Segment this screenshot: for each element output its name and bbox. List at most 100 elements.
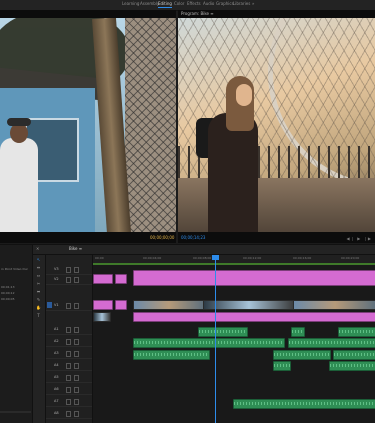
workspace-tab-assembly[interactable]: Assembly [140, 1, 159, 6]
solo-icon[interactable] [74, 375, 79, 381]
video-clip[interactable] [115, 274, 127, 284]
program-viewer[interactable] [178, 18, 375, 232]
workspace-tab-effects[interactable]: Effects [187, 1, 201, 6]
bottom-panels: in Point Video Dur 00;01;13 00;00;12 00;… [0, 244, 375, 423]
audio-clip[interactable] [333, 350, 375, 360]
track-select-tool-icon[interactable]: ⇹ [35, 265, 42, 270]
lock-icon[interactable] [66, 267, 71, 273]
source-monitor: 00;00;00;00 [0, 10, 176, 243]
source-frame-net [125, 18, 176, 232]
mute-icon[interactable] [66, 363, 71, 369]
solo-icon[interactable] [74, 363, 79, 369]
track-header-a6[interactable]: A6 [46, 385, 92, 395]
workspace-tab-learning[interactable]: Learning [122, 1, 139, 6]
close-tab-icon[interactable]: ✕ [36, 246, 39, 251]
project-row-1[interactable]: in Point Video Dur [1, 267, 28, 271]
work-area-bar[interactable] [93, 263, 375, 265]
video-clip-thumbnail[interactable] [93, 312, 111, 322]
audio-clip[interactable] [273, 361, 291, 371]
eye-icon[interactable] [74, 267, 79, 273]
program-timecode[interactable]: 00;00;14;23 [181, 235, 205, 240]
track-header-v2[interactable]: V2 [46, 275, 92, 285]
track-target-icon[interactable] [47, 302, 52, 308]
track-header-v1[interactable]: V1 [46, 301, 92, 311]
track-header-a8[interactable]: A8 [46, 409, 92, 419]
source-frame-head [10, 123, 28, 143]
mute-icon[interactable] [66, 339, 71, 345]
track-header-v3[interactable]: V3 [46, 265, 92, 275]
program-monitor-title[interactable]: Program: Bike ≡ [181, 11, 214, 16]
selection-tool-icon[interactable]: ↖ [35, 257, 42, 262]
track-headers: V3 V2 V1 A1 A2 A3 A4 A5 A6 A7 A8 [46, 255, 93, 423]
source-timecode[interactable]: 00;00;00;00 [150, 235, 174, 240]
audio-clip[interactable] [233, 399, 375, 409]
slip-tool-icon[interactable]: ⬌ [35, 289, 42, 294]
razor-tool-icon[interactable]: ✂ [35, 281, 42, 286]
mute-icon[interactable] [66, 327, 71, 333]
solo-icon[interactable] [74, 399, 79, 405]
source-frame-hat [7, 118, 31, 126]
audio-clip[interactable] [133, 350, 210, 360]
timeline-tab-bar: ✕ Bike ≡ [33, 245, 375, 255]
video-clip-thumbnail[interactable] [133, 300, 205, 310]
workspace-tab-audio[interactable]: Audio [203, 1, 214, 6]
video-clip-thumbnail[interactable] [293, 300, 375, 310]
project-row-4[interactable]: 00;00;05 [1, 297, 14, 301]
ripple-edit-tool-icon[interactable]: ⇔ [35, 273, 42, 278]
audio-clip[interactable] [273, 350, 331, 360]
timeline-sequence[interactable]: 00;00 00;00;04;00 00;00;08;00 00;00;12;0… [93, 255, 375, 423]
eye-icon[interactable] [74, 303, 79, 309]
video-clip[interactable] [93, 300, 113, 310]
mute-icon[interactable] [66, 399, 71, 405]
pen-tool-icon[interactable]: ✎ [35, 297, 42, 302]
track-header-a1[interactable]: A1 [46, 325, 92, 335]
track-header-a4[interactable]: A4 [46, 361, 92, 371]
mute-icon[interactable] [66, 411, 71, 417]
audio-clip[interactable] [198, 327, 248, 337]
audio-clip[interactable] [338, 327, 375, 337]
workspace-tab-editing[interactable]: Editing [158, 1, 172, 8]
track-header-a7[interactable]: A7 [46, 397, 92, 407]
workspace-tab-color[interactable]: Color [174, 1, 184, 6]
project-panel-footer [0, 411, 31, 413]
solo-icon[interactable] [74, 351, 79, 357]
audio-clip[interactable] [291, 327, 305, 337]
workspace-tab-libraries[interactable]: Libraries [233, 1, 250, 6]
type-tool-icon[interactable]: T [35, 313, 42, 318]
mute-icon[interactable] [66, 387, 71, 393]
solo-icon[interactable] [74, 327, 79, 333]
mute-icon[interactable] [66, 351, 71, 357]
adjustment-layer-clip[interactable] [133, 270, 375, 286]
workspace-tab-graphics[interactable]: Graphics [216, 1, 234, 6]
eye-icon[interactable] [74, 277, 79, 283]
audio-clip[interactable] [329, 361, 375, 371]
lock-icon[interactable] [66, 303, 71, 309]
track-header-a2[interactable]: A2 [46, 337, 92, 347]
playhead[interactable] [215, 255, 216, 423]
program-transport-controls[interactable]: ◀❘ ▶ ❘▶ [347, 236, 372, 241]
track-header-a3[interactable]: A3 [46, 349, 92, 359]
lock-icon[interactable] [66, 277, 71, 283]
timeline-tab-bike[interactable]: Bike ≡ [69, 246, 82, 251]
mute-icon[interactable] [66, 375, 71, 381]
solo-icon[interactable] [74, 411, 79, 417]
audio-clip[interactable] [288, 338, 375, 348]
program-frame-face [236, 84, 252, 106]
hand-tool-icon[interactable]: ✋ [35, 305, 42, 310]
source-frame-person [0, 138, 38, 232]
video-clip[interactable] [115, 300, 127, 310]
project-row-2[interactable]: 00;01;13 [1, 285, 14, 289]
track-header-a5[interactable]: A5 [46, 373, 92, 383]
video-clip[interactable] [93, 274, 113, 284]
project-row-3[interactable]: 00;00;12 [1, 291, 14, 295]
solo-icon[interactable] [74, 387, 79, 393]
project-panel: in Point Video Dur 00;01;13 00;00;12 00;… [0, 245, 33, 423]
solo-icon[interactable] [74, 339, 79, 345]
workspace-more-icon[interactable]: » [252, 1, 254, 6]
tools-panel: ↖ ⇹ ⇔ ✂ ⬌ ✎ ✋ T [33, 255, 46, 423]
video-clip-thumbnail[interactable] [203, 300, 295, 310]
audio-clip[interactable] [133, 338, 285, 348]
program-monitor: Program: Bike ≡ 00;00;14;23 ◀❘ ▶ ❘▶ [178, 10, 375, 243]
source-viewer[interactable] [0, 18, 176, 232]
video-clip[interactable] [133, 312, 375, 322]
